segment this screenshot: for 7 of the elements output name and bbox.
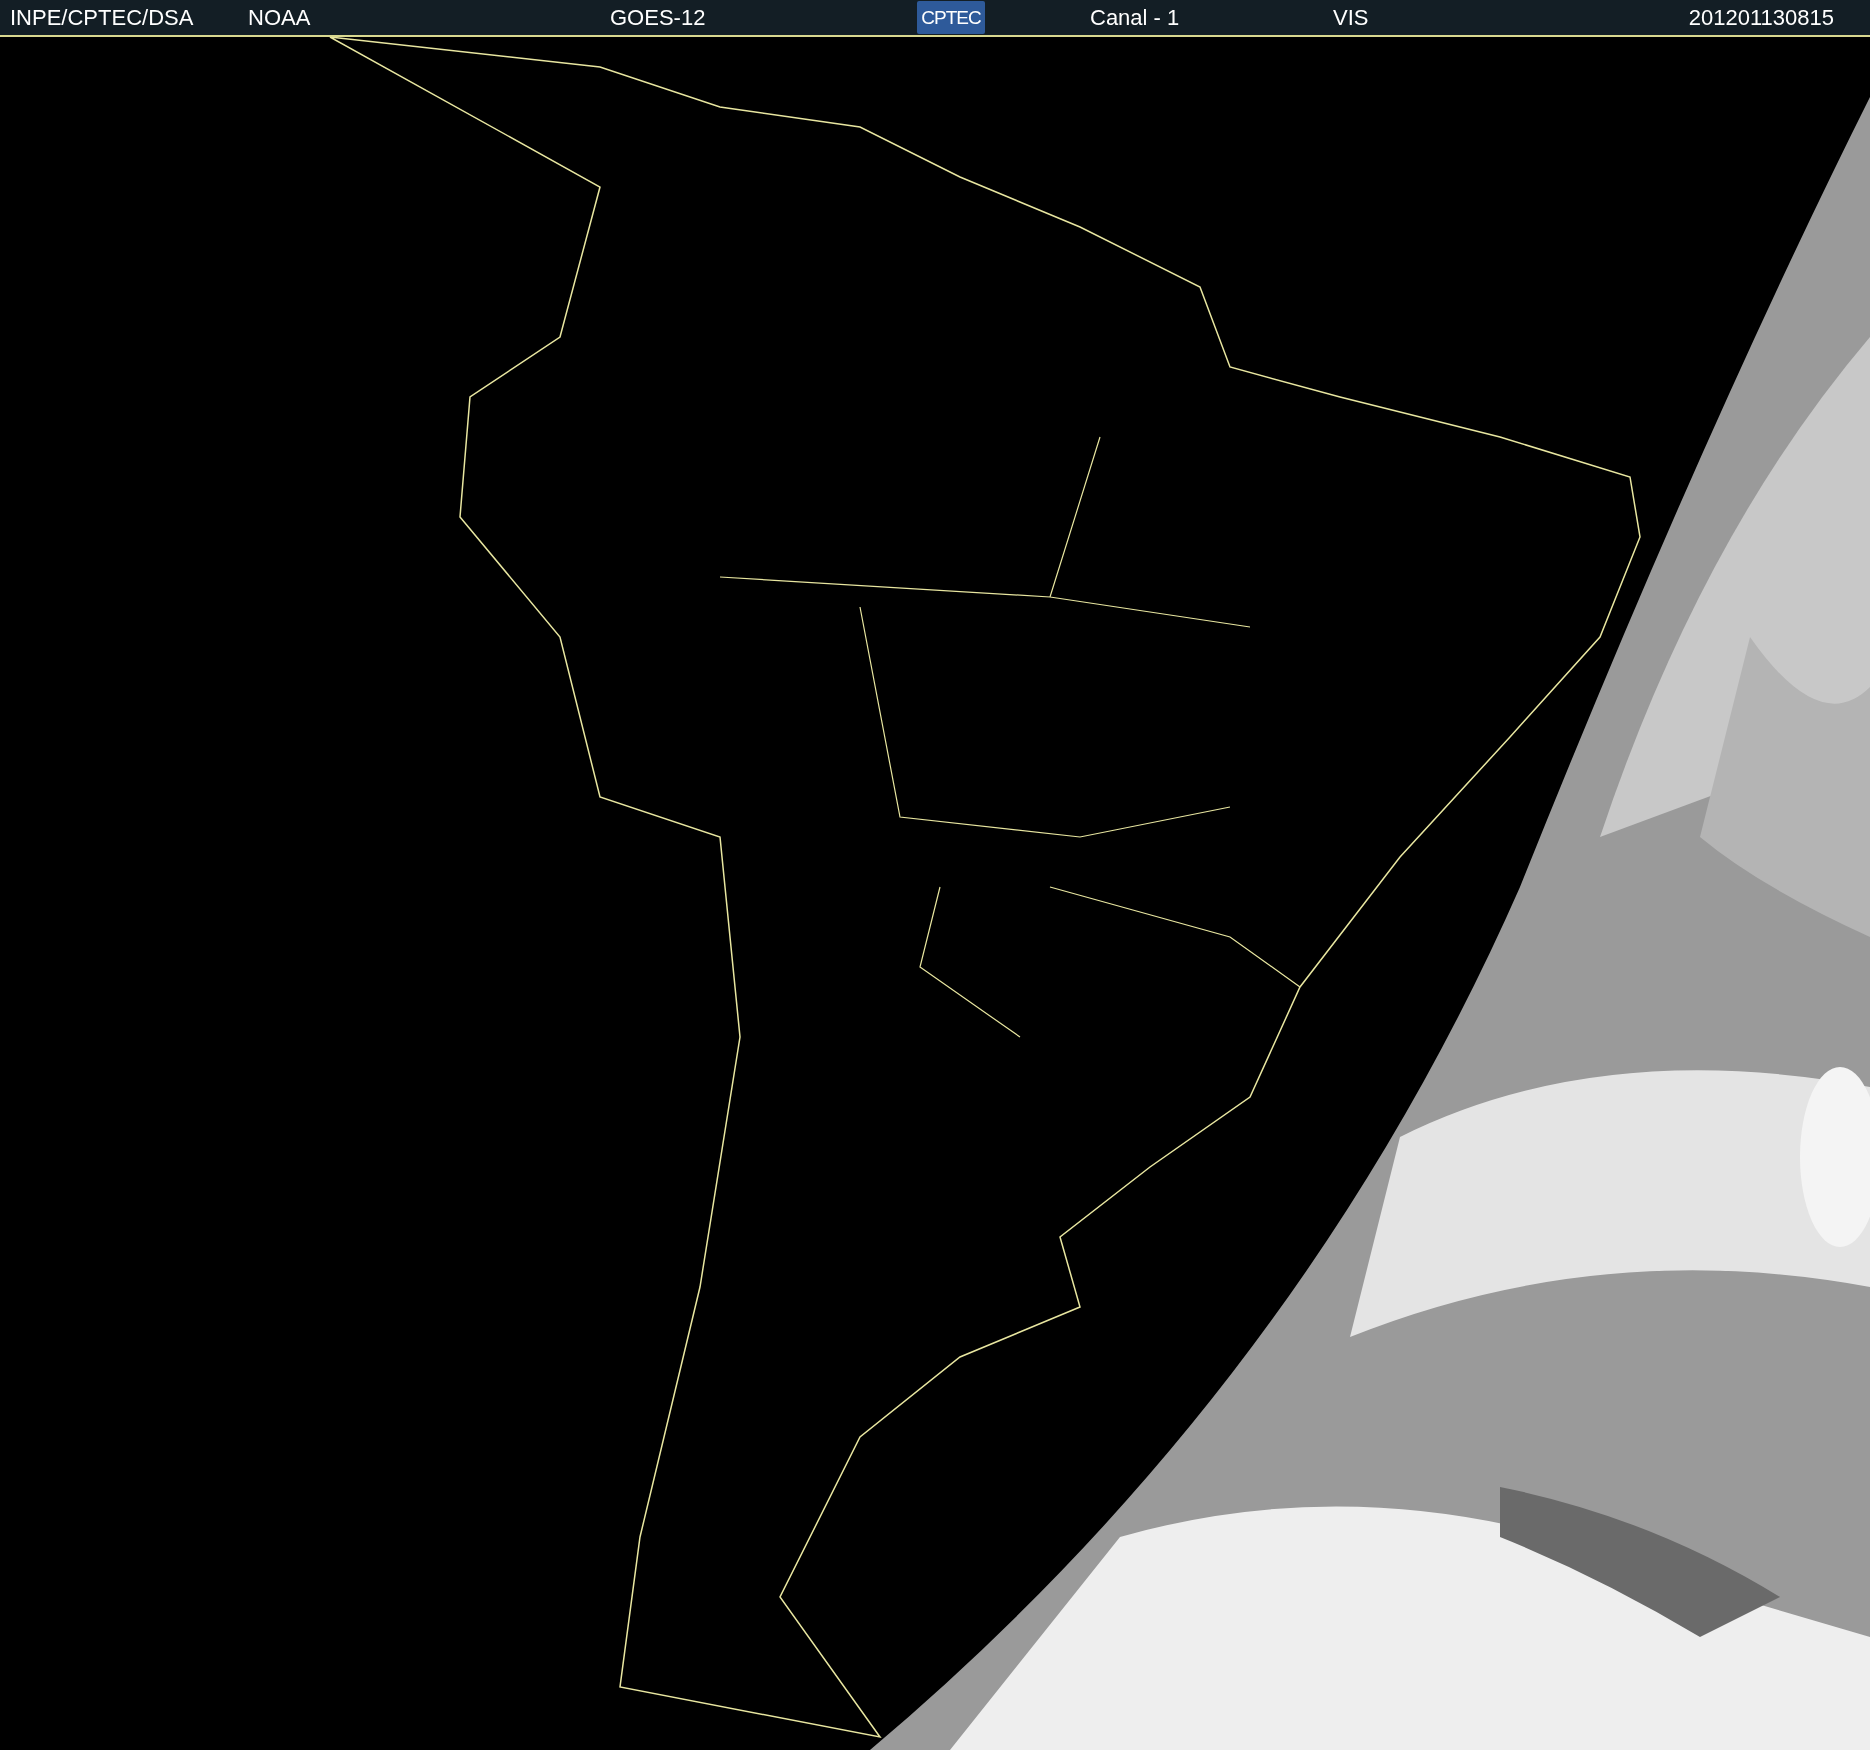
source-label: INPE/CPTEC/DSA	[9, 4, 195, 31]
satellite-label: GOES-12	[609, 4, 707, 31]
band-label: VIS	[1332, 4, 1370, 31]
agency-label: NOAA	[247, 4, 312, 31]
logo: CPTEC	[917, 1, 985, 34]
channel-label: Canal - 1	[1089, 4, 1181, 31]
timestamp-label: 201201130815	[1687, 4, 1835, 31]
